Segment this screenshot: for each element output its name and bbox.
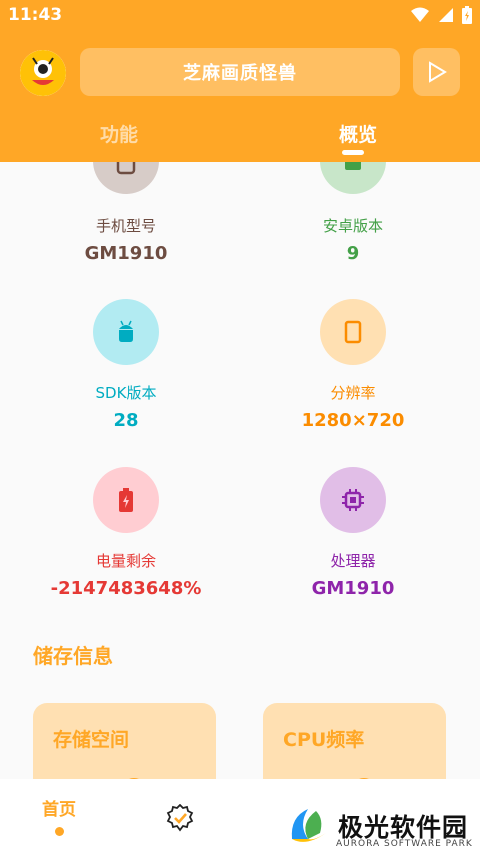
signal-icon <box>439 8 453 22</box>
watermark: 极光软件园 AURORA SOFTWARE PARK <box>282 799 480 853</box>
resolution-label: 分辨率 <box>330 384 376 402</box>
nav-active-dot <box>55 827 64 836</box>
verified-badge-icon[interactable] <box>166 804 194 832</box>
resolution-circle <box>320 299 386 365</box>
storage-space-card[interactable]: 存储空间 <box>33 703 216 779</box>
app-header: 11:43 芝麻画质怪兽 功能 概览 <box>0 0 480 162</box>
wifi-icon <box>411 7 429 22</box>
sdk-version-label: SDK版本 <box>95 384 157 402</box>
tab-overview[interactable]: 概览 <box>339 120 377 147</box>
status-time: 11:43 <box>8 5 63 25</box>
cpu-frequency-card-title: CPU频率 <box>283 729 365 751</box>
storage-section-title: 储存信息 <box>33 644 113 668</box>
tab-indicator <box>342 150 364 155</box>
processor-value: GM1910 <box>311 578 395 599</box>
status-icons <box>410 6 472 24</box>
battery-icon <box>119 488 133 512</box>
monster-logo-icon <box>20 50 66 96</box>
status-bar: 11:43 <box>0 0 480 34</box>
battery-label: 电量剩余 <box>95 552 156 570</box>
play-icon <box>428 61 447 83</box>
android-version-value: 9 <box>346 243 360 264</box>
android-version-circle <box>320 162 386 194</box>
cpu-frequency-card[interactable]: CPU频率 <box>263 703 446 779</box>
android-icon <box>119 320 133 342</box>
watermark-subtext: AURORA SOFTWARE PARK <box>336 839 473 849</box>
phone-model-circle <box>93 162 159 194</box>
bottom-navigation: 首页 极光软件园 AURORA SOFTWARE PARK <box>0 779 480 853</box>
phone-icon <box>116 162 136 175</box>
android-version-label: 安卓版本 <box>322 217 383 235</box>
phone-model-label: 手机型号 <box>95 217 156 235</box>
android-icon <box>345 162 361 170</box>
app-title-bar[interactable]: 芝麻画质怪兽 <box>80 48 400 96</box>
sdk-version-circle <box>93 299 159 365</box>
processor-label: 处理器 <box>330 552 376 570</box>
nav-home[interactable]: 首页 <box>42 795 76 820</box>
aurora-logo-icon <box>291 809 326 842</box>
storage-space-card-title: 存储空间 <box>53 729 130 751</box>
processor-circle <box>320 467 386 533</box>
resolution-value: 1280×720 <box>301 410 405 431</box>
app-title: 芝麻画质怪兽 <box>183 63 297 84</box>
screen-icon <box>344 320 362 344</box>
app-logo-avatar[interactable] <box>20 50 66 96</box>
play-button[interactable] <box>413 48 460 96</box>
tab-functions[interactable]: 功能 <box>100 120 138 147</box>
sdk-version-value: 28 <box>113 410 139 431</box>
overview-content[interactable]: 手机型号 GM1910 安卓版本 9 SDK版本 28 分辨率 1280×720… <box>0 162 480 779</box>
cpu-icon <box>342 489 364 511</box>
battery-circle <box>93 467 159 533</box>
battery-value: -2147483648% <box>50 578 202 599</box>
phone-model-value: GM1910 <box>84 243 168 264</box>
battery-status-icon <box>462 6 472 24</box>
